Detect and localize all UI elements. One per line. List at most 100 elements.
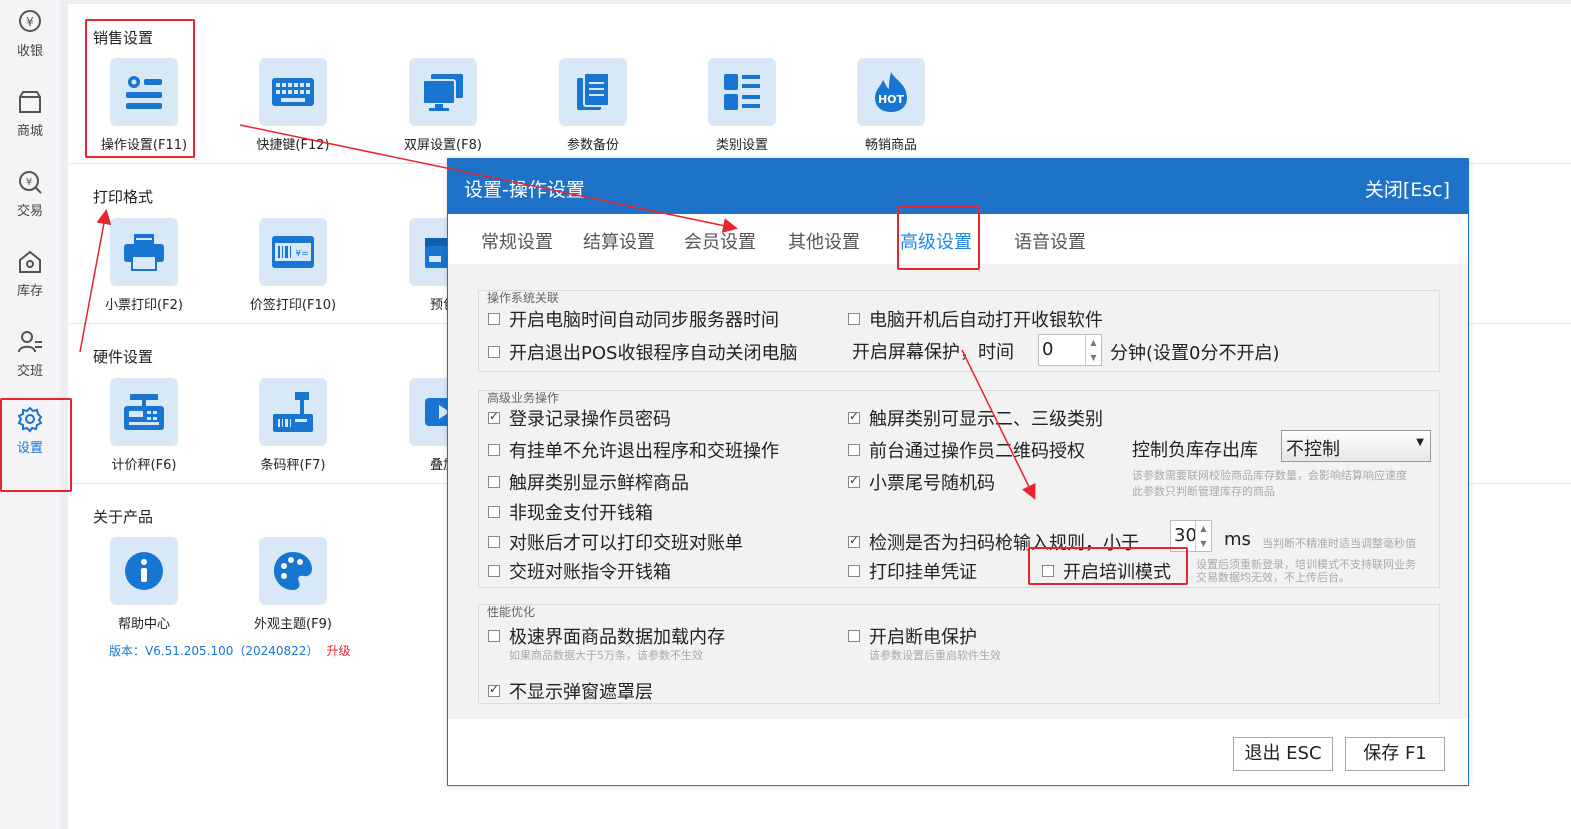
top-divider — [68, 0, 1571, 4]
power-protection-hint: 该参数设置后重启软件生效 — [869, 649, 1001, 662]
dual-screen-icon — [422, 74, 463, 111]
checkbox-box[interactable] — [488, 313, 500, 325]
save-button[interactable]: 保存 F1 — [1345, 737, 1445, 771]
checkbox-noncash-open-drawer[interactable]: 非现金支付开钱箱 — [488, 499, 653, 525]
checkbox-touch-fresh-juice[interactable]: 触屏类别显示鲜榨商品 — [488, 469, 689, 495]
checkbox-box[interactable] — [848, 313, 860, 325]
tile-label: 快捷键(F12) — [256, 138, 330, 153]
upgrade-link[interactable]: 升级 — [326, 644, 350, 658]
checkbox-fast-memory-load[interactable]: 极速界面商品数据加载内存 — [488, 623, 725, 649]
sidebar-item-store[interactable]: 商城 — [0, 88, 60, 160]
checkbox-touch-subcategories[interactable]: 触屏类别可显示二、三级类别 — [848, 405, 1103, 431]
tile-label: 价签打印(F10) — [249, 298, 337, 313]
price-tag-icon: ¥= — [272, 236, 314, 268]
stock-hint-2: 此参数只判断管理库存的商品 — [1132, 485, 1275, 498]
tile-best-selling[interactable]: HOT 畅销商品 — [821, 58, 961, 153]
tile-parameter-backup[interactable]: 参数备份 — [523, 58, 663, 153]
tile-price-label-print[interactable]: ¥= 价签打印(F10) — [223, 218, 363, 313]
checkbox-box[interactable] — [488, 565, 500, 577]
store-icon — [19, 91, 41, 113]
option-label: 小票尾号随机码 — [869, 473, 995, 494]
tile-label: 小票打印(F2) — [105, 298, 183, 313]
checkbox-box[interactable] — [848, 409, 860, 424]
checkbox-box[interactable] — [488, 682, 500, 697]
section-title-hardware: 硬件设置 — [93, 348, 154, 366]
sidebar-item-shift[interactable]: 交班 — [0, 328, 60, 400]
checkbox-box[interactable] — [488, 630, 500, 642]
checkbox-box[interactable] — [848, 444, 860, 456]
checkbox-power-failure-protection[interactable]: 开启断电保护 — [848, 623, 977, 649]
tab-checkout[interactable]: 结算设置 — [583, 228, 655, 254]
group-title: 操作系统关联 — [487, 291, 560, 305]
checkbox-box[interactable] — [848, 473, 860, 488]
spinner-arrows[interactable]: ▲ ▼ — [1195, 521, 1211, 551]
checkbox-sync-server-time[interactable]: 开启电脑时间自动同步服务器时间 — [488, 306, 779, 332]
tile-label: 类别设置 — [715, 138, 768, 153]
svg-text:¥=: ¥= — [295, 249, 308, 259]
checkbox-box[interactable] — [848, 533, 860, 548]
tab-voice[interactable]: 语音设置 — [1014, 228, 1086, 254]
tile-barcode-scale[interactable]: 条码秤(F7) — [223, 378, 363, 473]
tab-other[interactable]: 其他设置 — [788, 228, 860, 254]
highlight-operation-settings — [85, 19, 195, 158]
tile-dual-screen[interactable]: 双屏设置(F8) — [373, 58, 513, 153]
checkbox-block-exit-with-pending[interactable]: 有挂单不允许退出程序和交班操作 — [488, 437, 779, 463]
category-icon — [724, 74, 760, 110]
chevron-down-icon: ▼ — [1416, 437, 1424, 448]
checkbox-remember-operator-password[interactable]: 登录记录操作员密码 — [488, 405, 671, 431]
checkbox-box[interactable] — [488, 346, 500, 358]
option-label: 触屏类别可显示二、三级类别 — [869, 409, 1103, 430]
checkbox-box[interactable] — [488, 476, 500, 488]
tile-price-scale[interactable]: 计价秤(F6) — [74, 378, 214, 473]
checkbox-receipt-random-code[interactable]: 小票尾号随机码 — [848, 469, 995, 495]
sidebar-item-transaction[interactable]: ¥ 交易 — [0, 168, 60, 240]
tile-appearance-theme[interactable]: 外观主题(F9) — [223, 537, 363, 632]
barcode-scale-icon — [273, 392, 313, 432]
tab-member[interactable]: 会员设置 — [684, 228, 756, 254]
tab-general[interactable]: 常规设置 — [481, 228, 553, 254]
checkbox-box[interactable] — [488, 536, 500, 548]
checkbox-shutdown-on-exit[interactable]: 开启退出POS收银程序自动关闭电脑 — [488, 339, 797, 365]
tile-shortcut-keys[interactable]: 快捷键(F12) — [223, 58, 363, 153]
printer-icon — [124, 234, 164, 271]
tile-label: 畅销商品 — [864, 138, 917, 153]
option-label: 打印挂单凭证 — [869, 562, 977, 583]
training-hint-2: 交易数据均无效，不上传后台。 — [1196, 571, 1350, 584]
option-label: 登录记录操作员密码 — [509, 409, 671, 430]
negative-stock-select[interactable]: 不控制 ▼ — [1281, 430, 1431, 462]
sidebar-item-cashier[interactable]: ¥ 收银 — [0, 8, 60, 80]
hot-flame-icon: HOT — [875, 72, 907, 112]
checkbox-box[interactable] — [488, 506, 500, 518]
checkbox-box[interactable] — [488, 409, 500, 424]
checkbox-hide-popup-mask[interactable]: 不显示弹窗遮罩层 — [488, 678, 653, 704]
option-label: 极速界面商品数据加载内存 — [509, 627, 725, 648]
option-label: 开启电脑时间自动同步服务器时间 — [509, 310, 779, 331]
checkbox-box[interactable] — [488, 444, 500, 456]
screensaver-minutes-spinner[interactable]: 0 ▲ ▼ — [1038, 334, 1102, 366]
checkbox-qr-authorization[interactable]: 前台通过操作员二维码授权 — [848, 437, 1085, 463]
option-label: 前台通过操作员二维码授权 — [869, 441, 1085, 462]
sidebar-item-label: 库存 — [16, 284, 43, 299]
checkbox-box[interactable] — [848, 565, 860, 577]
option-label: 开启断电保护 — [869, 627, 977, 648]
scanner-unit: ms — [1224, 529, 1251, 550]
checkbox-autostart-on-boot[interactable]: 电脑开机后自动打开收银软件 — [848, 306, 1103, 332]
section-title-about: 关于产品 — [93, 508, 154, 526]
tile-category-settings[interactable]: 类别设置 — [672, 58, 812, 153]
dialog-close-button[interactable]: 关闭[Esc] — [1365, 175, 1450, 202]
spinner-arrows[interactable]: ▲ ▼ — [1085, 335, 1101, 365]
checkbox-print-after-reconcile[interactable]: 对账后才可以打印交班对账单 — [488, 529, 743, 555]
tile-help-center[interactable]: 帮助中心 — [74, 537, 214, 632]
info-icon — [125, 552, 163, 590]
backup-icon — [577, 72, 610, 110]
hot-badge-text: HOT — [878, 93, 905, 106]
highlight-advanced-tab — [897, 206, 980, 270]
checkbox-print-pending-voucher[interactable]: 打印挂单凭证 — [848, 558, 977, 584]
sidebar-item-inventory[interactable]: 库存 — [0, 248, 60, 320]
checkbox-box[interactable] — [848, 630, 860, 642]
exit-button[interactable]: 退出 ESC — [1233, 737, 1333, 771]
dialog-body: 操作系统关联 开启电脑时间自动同步服务器时间 电脑开机后自动打开收银软件 开启退… — [448, 264, 1468, 719]
checkbox-shift-open-drawer[interactable]: 交班对账指令开钱箱 — [488, 558, 671, 584]
tile-receipt-print[interactable]: 小票打印(F2) — [74, 218, 214, 313]
section-title-print: 打印格式 — [93, 188, 154, 206]
